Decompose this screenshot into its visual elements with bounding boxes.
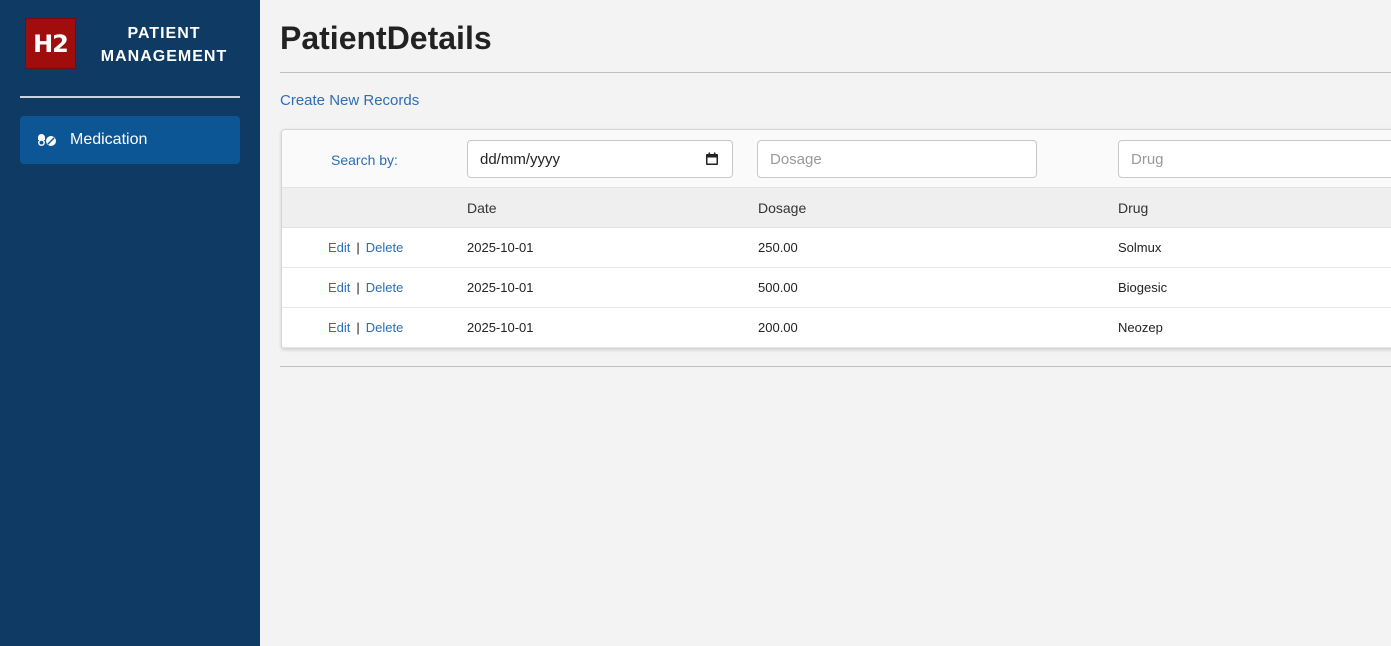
page-title: PatientDetails (280, 20, 492, 56)
cell-date: 2025-10-01 (467, 280, 534, 295)
bottom-divider (280, 366, 1391, 367)
cell-dosage: 250.00 (758, 240, 798, 255)
calendar-icon[interactable] (705, 152, 719, 166)
action-separator: | (356, 320, 360, 335)
cell-date: 2025-10-01 (467, 320, 534, 335)
drug-filter-placeholder: Drug (1131, 150, 1164, 168)
records-panel: Search by: dd/mm/yyyy Dosage Drug Date D… (281, 129, 1391, 349)
date-filter-input[interactable]: dd/mm/yyyy (467, 140, 733, 178)
drug-filter-input[interactable]: Drug (1118, 140, 1391, 178)
dosage-filter-placeholder: Dosage (770, 150, 822, 168)
row-actions: Edit | Delete (328, 240, 403, 255)
date-filter-placeholder: dd/mm/yyyy (480, 150, 561, 168)
table-row: Edit | Delete 2025-10-01 200.00 Neozep (282, 308, 1391, 348)
cell-drug: Solmux (1118, 240, 1162, 255)
action-separator: | (356, 280, 360, 295)
brand-name: PATIENT MANAGEMENT (88, 22, 240, 68)
sidebar-item-medication[interactable]: Medication (20, 116, 240, 164)
table-row: Edit | Delete 2025-10-01 500.00 Biogesic (282, 268, 1391, 308)
edit-link[interactable]: Edit (328, 280, 350, 295)
cell-date: 2025-10-01 (467, 240, 534, 255)
table-row: Edit | Delete 2025-10-01 250.00 Solmux (282, 228, 1391, 268)
search-label: Search by: (331, 152, 398, 168)
column-header-drug: Drug (1118, 200, 1149, 216)
row-actions: Edit | Delete (328, 280, 403, 295)
edit-link[interactable]: Edit (328, 240, 350, 255)
logo-text: H2 (33, 29, 69, 58)
cell-dosage: 500.00 (758, 280, 798, 295)
cell-drug: Biogesic (1118, 280, 1168, 295)
logo: H2 (25, 18, 76, 69)
pills-icon (37, 133, 57, 147)
sidebar-item-label: Medication (70, 131, 148, 148)
sidebar: H2 PATIENT MANAGEMENT Medication (0, 0, 260, 646)
search-row: Search by: dd/mm/yyyy Dosage Drug (282, 130, 1391, 188)
delete-link[interactable]: Delete (366, 280, 404, 295)
delete-link[interactable]: Delete (366, 320, 404, 335)
brand-line-1: PATIENT (127, 25, 201, 42)
brand-line-2: MANAGEMENT (100, 48, 228, 65)
column-header-dosage: Dosage (758, 200, 807, 216)
table-header: Date Dosage Drug (282, 188, 1391, 228)
column-header-date: Date (467, 200, 497, 216)
action-separator: | (356, 240, 360, 255)
cell-drug: Neozep (1118, 320, 1163, 335)
cell-dosage: 200.00 (758, 320, 798, 335)
row-actions: Edit | Delete (328, 320, 403, 335)
title-divider (280, 72, 1391, 73)
create-new-records-link[interactable]: Create New Records (280, 92, 419, 109)
edit-link[interactable]: Edit (328, 320, 350, 335)
dosage-filter-input[interactable]: Dosage (757, 140, 1037, 178)
delete-link[interactable]: Delete (366, 240, 404, 255)
sidebar-divider (20, 96, 240, 98)
